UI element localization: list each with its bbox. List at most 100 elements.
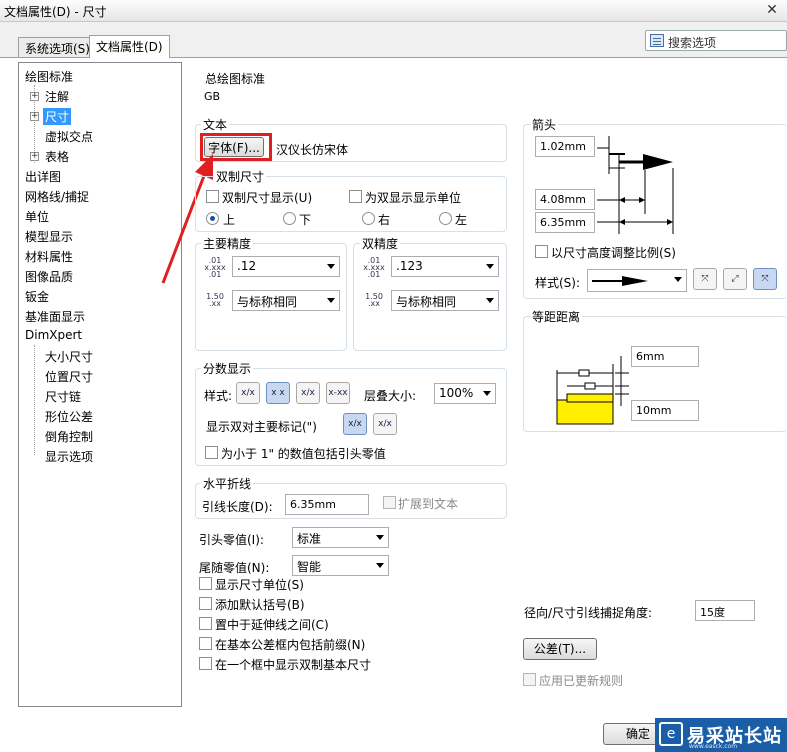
fraction-label: 分数显示 [201, 360, 254, 377]
tree-item-display-options[interactable]: 显示选项 [45, 448, 93, 465]
expand-icon[interactable]: + [30, 112, 39, 121]
tree-item-chain-dimension[interactable]: 尺寸链 [45, 388, 81, 405]
leading-zero-label: 引头零值(I): [199, 533, 264, 547]
arrow-style-select[interactable] [587, 269, 687, 292]
fraction-style-label: 样式: [204, 389, 233, 403]
arrow-inside-icon[interactable]: ⤢ [723, 268, 747, 290]
center-between-extension-label: 置中于延伸线之间(C) [215, 618, 329, 632]
tab-system-options[interactable]: 系统选项(S) [18, 37, 97, 57]
tree-item-material-properties[interactable]: 材料属性 [25, 248, 73, 265]
apply-rules-checkbox[interactable] [523, 673, 536, 686]
snap-angle-field[interactable]: 15度 [695, 600, 755, 621]
extend-to-text-label: 扩展到文本 [398, 497, 459, 511]
offset-label: 等距距离 [530, 308, 583, 325]
close-icon[interactable]: ✕ [763, 1, 781, 19]
stack-size-select[interactable]: 100% [434, 383, 496, 404]
dual-tolerance-precision-select[interactable]: 与标称相同 [391, 290, 499, 311]
tree-item-plane-display[interactable]: 基准面显示 [25, 308, 85, 325]
tree-item-units[interactable]: 单位 [25, 208, 49, 225]
leader-length-field[interactable]: 6.35mm [285, 494, 369, 515]
fraction-style-linear-icon[interactable]: x-xx [326, 382, 350, 404]
trailing-zero-label: 尾随零值(N): [199, 561, 270, 575]
tree-item-annotations[interactable]: 注解 [45, 88, 69, 105]
double-prime-off-icon[interactable]: x/x [373, 413, 397, 435]
radio-left-label: 左 [455, 213, 468, 227]
show-units-label: 显示尺寸单位(S) [215, 578, 304, 592]
include-prefix-checkbox[interactable] [199, 637, 212, 650]
arrows-label: 箭头 [530, 116, 559, 133]
dual-label: 双制尺寸 [214, 168, 267, 185]
tolerance-precision-icon: .01 x.xxx .01 [204, 256, 226, 279]
title-bar: 文档属性(D) - 尺寸 ✕ [0, 0, 787, 22]
arrow-width-field[interactable]: 4.08mm [535, 189, 595, 210]
search-options-label: 搜索选项 [668, 36, 717, 50]
primary-precision-select[interactable]: .12 [232, 256, 340, 277]
dual-units-checkbox[interactable] [349, 190, 362, 203]
primary-tolerance-precision-select[interactable]: 与标称相同 [232, 290, 340, 311]
radio-top-label: 上 [223, 213, 236, 227]
tree-item-tables[interactable]: 表格 [45, 148, 69, 165]
tree-item-dimxpert[interactable]: DimXpert [25, 328, 82, 342]
trailing-zero-select[interactable]: 智能 [292, 555, 389, 576]
include-zero-checkbox[interactable] [205, 446, 218, 459]
radio-top[interactable] [206, 212, 219, 225]
watermark-url: www.easck.com [689, 743, 738, 750]
tree-item-drawing-standard[interactable]: 绘图标准 [25, 68, 73, 85]
tree-item-grid-snap[interactable]: 网格线/捕捉 [25, 188, 89, 205]
tree-item-model-display[interactable]: 模型显示 [25, 228, 73, 245]
horizontal-label: 水平折线 [201, 475, 254, 492]
dual-display-checkbox[interactable] [206, 190, 219, 203]
arrow-smart-icon[interactable]: ⤧ [753, 268, 777, 290]
tree-item-chamfer-controls[interactable]: 倒角控制 [45, 428, 93, 445]
tree-item-detailing[interactable]: 出详图 [25, 168, 61, 185]
text-label: 文本 [201, 116, 230, 133]
arrow-length-field[interactable]: 6.35mm [535, 212, 595, 233]
tree-item-image-quality[interactable]: 图像品质 [25, 268, 73, 285]
dual-precision-select[interactable]: .123 [391, 256, 499, 277]
radio-bottom[interactable] [283, 212, 296, 225]
tree-item-sheet-metal[interactable]: 钣金 [25, 288, 49, 305]
default-parentheses-checkbox[interactable] [199, 597, 212, 610]
extend-to-text-checkbox[interactable] [383, 496, 396, 509]
leading-zero-select[interactable]: 标准 [292, 527, 389, 548]
watermark-logo: e 易采站长站 www.easck.com [655, 718, 787, 752]
dual-basic-one-box-checkbox[interactable] [199, 657, 212, 670]
arrow-outside-icon[interactable]: ⤧ [693, 268, 717, 290]
offset-second-field[interactable]: 10mm [631, 400, 699, 421]
tab-document-properties[interactable]: 文档属性(D) [89, 35, 170, 58]
expand-icon[interactable]: + [30, 152, 39, 161]
offset-preview [556, 356, 629, 425]
fraction-style-diagonal-icon[interactable]: x/x [236, 382, 260, 404]
center-between-extension-checkbox[interactable] [199, 617, 212, 630]
radio-left[interactable] [439, 212, 452, 225]
dual-display-label: 双制尺寸显示(U) [222, 191, 313, 205]
font-name: 汉仪长仿宋体 [276, 143, 349, 157]
watermark-badge-icon: e [659, 722, 683, 746]
radio-right-label: 右 [378, 213, 391, 227]
tree-item-virtual-sharps[interactable]: 虚拟交点 [45, 128, 93, 145]
show-units-checkbox[interactable] [199, 577, 212, 590]
fraction-style-stacked-icon[interactable]: x x [266, 382, 290, 404]
tree-item-dimensions[interactable]: 尺寸 [43, 108, 72, 125]
standard-label: 总绘图标准 [203, 70, 268, 87]
tree-item-geometric-tolerance[interactable]: 形位公差 [45, 408, 93, 425]
double-prime-on-icon[interactable]: x/x [343, 413, 367, 435]
double-prime-label: 显示双对主要标记(") [206, 420, 317, 434]
include-prefix-label: 在基本公差框内包括前缀(N) [215, 638, 366, 652]
window-title: 文档属性(D) - 尺寸 [4, 5, 107, 19]
stack-size-label: 层叠大小: [364, 389, 417, 403]
arrow-height-field[interactable]: 1.02mm [535, 136, 595, 157]
search-options-box[interactable]: 搜索选项 [645, 30, 787, 51]
radio-right[interactable] [362, 212, 375, 225]
dual-units-label: 为双显示显示单位 [365, 191, 462, 205]
tree-item-location-dimension[interactable]: 位置尺寸 [45, 368, 93, 385]
offset-first-field[interactable]: 6mm [631, 346, 699, 367]
dual-precision-label: 双精度 [360, 235, 401, 252]
tree-item-size-dimension[interactable]: 大小尺寸 [45, 348, 93, 365]
arrow-style-label: 样式(S): [535, 276, 581, 290]
scale-with-height-checkbox[interactable] [535, 245, 548, 258]
expand-icon[interactable]: + [30, 92, 39, 101]
fraction-style-stacked-diagonal-icon[interactable]: x/x [296, 382, 320, 404]
leader-length-label: 引线长度(D): [202, 500, 273, 514]
tolerance-button[interactable]: 公差(T)... [523, 638, 597, 660]
